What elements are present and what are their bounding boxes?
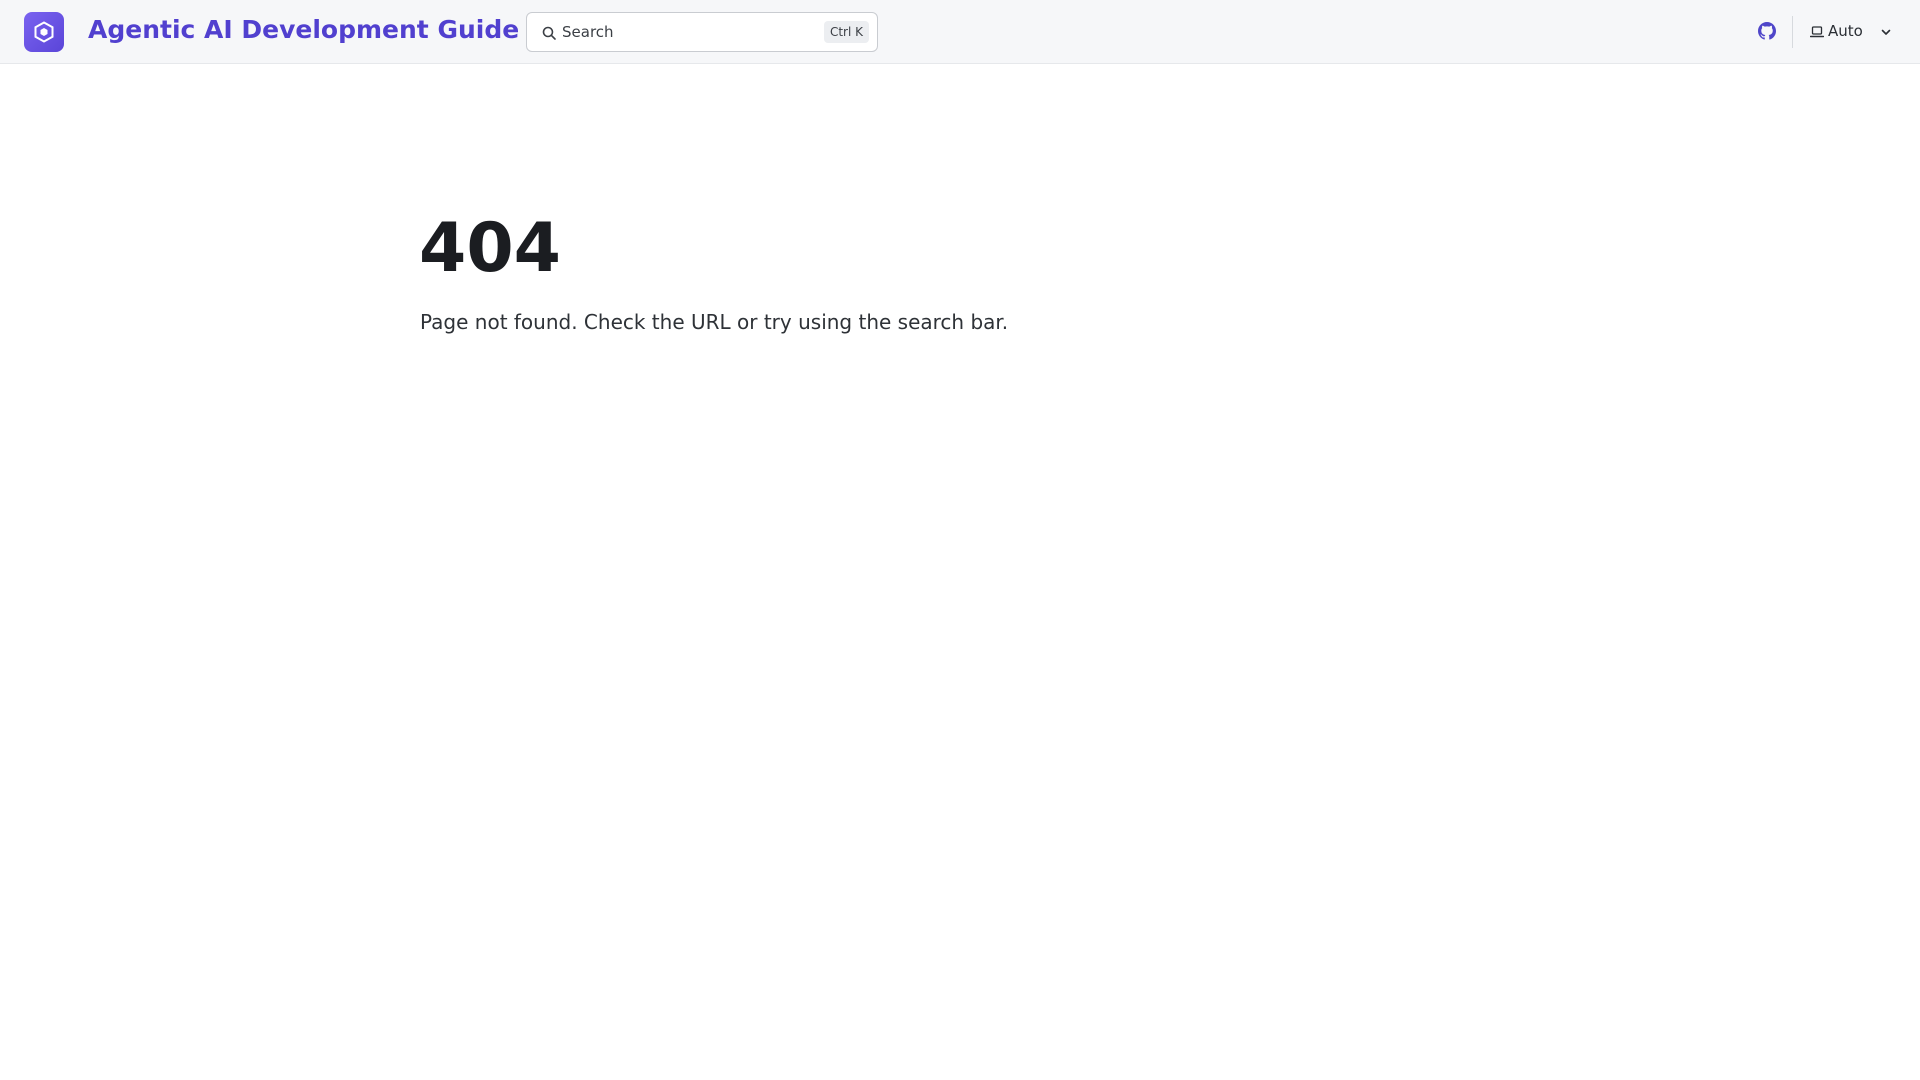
error-message: Page not found. Check the URL or try usi… (420, 310, 1009, 334)
site-logo[interactable] (24, 12, 64, 52)
top-navbar: Agentic AI Development Guide Search Ctrl… (0, 0, 1920, 64)
search-shortcut-badge: Ctrl K (823, 21, 869, 43)
theme-select[interactable]: Auto (1806, 18, 1896, 46)
header-divider (1792, 16, 1793, 48)
search-placeholder: Search (562, 23, 614, 41)
theme-select-value: Auto (1828, 22, 1863, 40)
chevron-down-icon (1881, 29, 1891, 35)
site-title[interactable]: Agentic AI Development Guide (88, 15, 519, 44)
error-code-heading: 404 (419, 209, 561, 288)
search-icon (542, 26, 556, 40)
search-input[interactable]: Search Ctrl K (526, 12, 878, 52)
github-icon[interactable] (1758, 22, 1776, 40)
hexagon-logo-icon (34, 21, 54, 43)
laptop-icon (1810, 26, 1824, 38)
